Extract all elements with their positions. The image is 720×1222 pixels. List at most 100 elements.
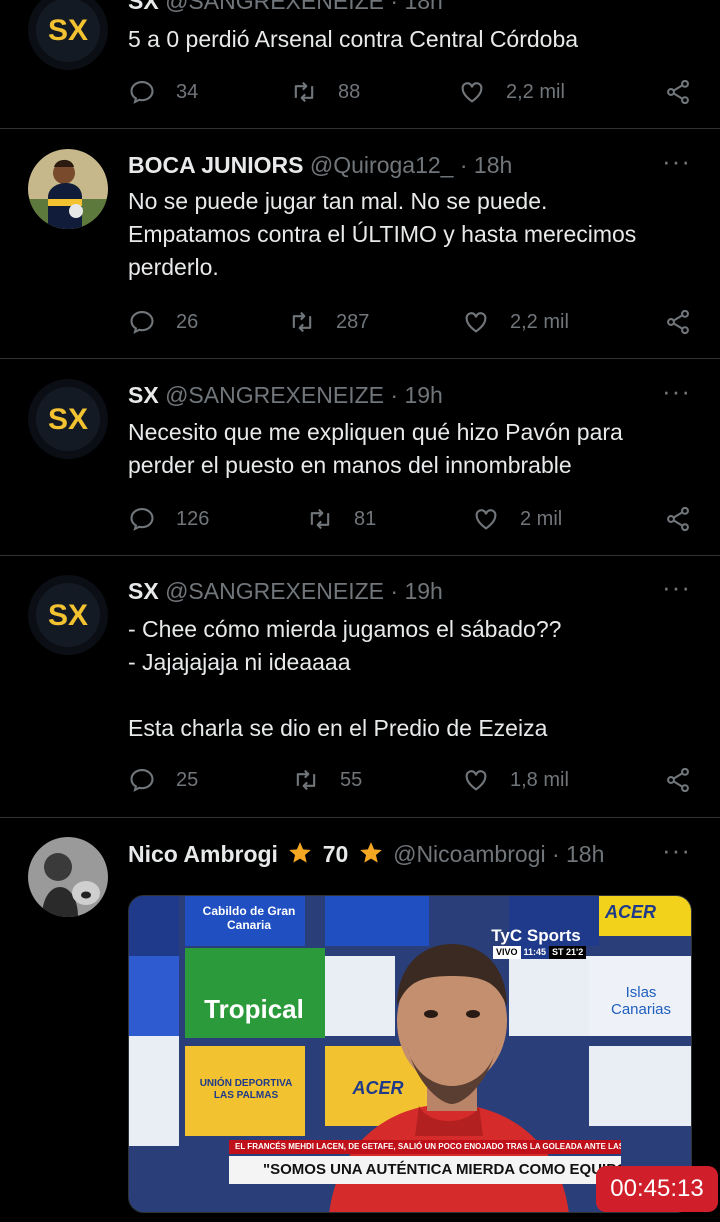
- like-icon: [475, 509, 497, 530]
- tweet-3[interactable]: SX SX @SANGREXENEIZE · 19h ··· Necesito …: [0, 359, 720, 556]
- user-handle[interactable]: @SANGREXENEIZE: [165, 578, 384, 604]
- tweet-time[interactable]: 19h: [404, 382, 442, 408]
- user-handle[interactable]: @SANGREXENEIZE: [165, 382, 384, 408]
- reply-icon: [130, 508, 154, 531]
- sx-logo-icon: SX: [28, 0, 108, 70]
- like-icon: [461, 82, 483, 103]
- more-icon: ···: [662, 835, 691, 865]
- tweet-header: Nico Ambrogi 70 @Nicoambrogi · 18h: [128, 839, 640, 869]
- retweet-count: 81: [354, 507, 377, 530]
- tweet-text: No se puede jugar tan mal. No se puede. …: [128, 188, 637, 280]
- svg-text:SX: SX: [48, 599, 88, 632]
- more-options-button[interactable]: ···: [662, 378, 690, 412]
- retweet-icon: [292, 311, 312, 333]
- reply-button[interactable]: 26: [128, 306, 198, 338]
- share-button[interactable]: [664, 503, 692, 535]
- retweet-count: 287: [336, 310, 370, 333]
- like-icon: [465, 312, 487, 333]
- reply-icon: [130, 81, 154, 104]
- separator-dot: ·: [459, 152, 468, 178]
- reply-count: 34: [176, 80, 199, 103]
- live-clock-bar: VIVO 11:45 ST 21'2: [493, 946, 587, 959]
- retweet-button[interactable]: 81: [306, 503, 376, 535]
- tweet-time[interactable]: 18h: [404, 0, 442, 14]
- more-options-button[interactable]: ···: [662, 148, 690, 182]
- tweet-actions: 26 287 2,2 mil: [128, 306, 694, 338]
- like-count: 2,2 mil: [506, 80, 565, 103]
- retweet-count: 88: [338, 80, 361, 103]
- avatar-boca[interactable]: [28, 149, 108, 229]
- reply-button[interactable]: 126: [128, 503, 209, 535]
- tweet-actions: 126 81 2 mil: [128, 503, 694, 535]
- sponsor-board-text: Tropical: [204, 994, 304, 1024]
- like-button[interactable]: 2 mil: [472, 503, 562, 535]
- tweet-time[interactable]: 18h: [474, 152, 512, 178]
- broadcaster-logo: TyC Sports: [491, 926, 581, 945]
- reply-button[interactable]: 25: [128, 764, 198, 796]
- tweet-1[interactable]: SX SX @SANGREXENEIZE · 18h 5 a 0 perdió …: [0, 0, 720, 129]
- reply-count: 25: [176, 768, 199, 791]
- more-options-button[interactable]: ···: [662, 574, 690, 608]
- like-button[interactable]: 2,2 mil: [458, 76, 565, 108]
- tweet-header: SX @SANGREXENEIZE · 19h: [128, 380, 640, 410]
- avatar-nico[interactable]: [28, 837, 108, 917]
- retweet-icon: [294, 81, 314, 103]
- display-name[interactable]: SX: [128, 578, 159, 604]
- avatar-sx[interactable]: SX: [28, 0, 108, 70]
- tweet-4[interactable]: SX SX @SANGREXENEIZE · 19h ··· - Chee có…: [0, 556, 720, 818]
- share-button[interactable]: [664, 764, 692, 796]
- tweet-time[interactable]: 19h: [404, 578, 442, 604]
- user-handle[interactable]: @SANGREXENEIZE: [165, 0, 384, 14]
- display-name[interactable]: SX: [128, 0, 159, 14]
- like-count: 1,8 mil: [510, 768, 569, 791]
- share-icon: [667, 767, 689, 793]
- retweet-button[interactable]: 88: [290, 76, 360, 108]
- reply-icon: [130, 769, 154, 792]
- like-icon: [465, 770, 487, 791]
- tweet-actions: 34 88 2,2 mil: [128, 76, 694, 108]
- separator-dot: ·: [551, 841, 560, 867]
- live-period: ST 21'2: [549, 946, 587, 959]
- user-handle[interactable]: @Quiroga12_: [310, 152, 454, 178]
- profile-photo-icon: [28, 837, 108, 917]
- tweet-text: - Chee cómo mierda jugamos el sábado?? -…: [128, 616, 562, 741]
- avatar-sx[interactable]: SX: [28, 575, 108, 655]
- reply-button[interactable]: 34: [128, 76, 198, 108]
- tweet-time[interactable]: 18h: [566, 841, 604, 867]
- tweet-header: SX @SANGREXENEIZE · 19h: [128, 576, 640, 606]
- star-icon: [289, 842, 312, 863]
- tweet-actions: 25 55 1,8 mil: [128, 764, 694, 796]
- share-icon: [667, 506, 689, 532]
- reply-icon: [130, 311, 154, 334]
- retweet-button[interactable]: 287: [288, 306, 369, 338]
- display-name[interactable]: Nico Ambrogi: [128, 841, 278, 867]
- more-options-button[interactable]: ···: [662, 837, 690, 871]
- like-button[interactable]: 2,2 mil: [462, 306, 569, 338]
- tweet-2[interactable]: BOCA JUNIORS @Quiroga12_ · 18h ··· No se…: [0, 129, 720, 359]
- retweet-icon: [310, 508, 330, 530]
- share-button[interactable]: [664, 76, 692, 108]
- more-icon: ···: [662, 146, 691, 176]
- share-button[interactable]: [664, 306, 692, 338]
- display-name-number: 70: [322, 841, 349, 867]
- retweet-icon: [296, 769, 316, 791]
- like-count: 2,2 mil: [510, 310, 569, 333]
- lower-third-small: EL FRANCÉS MEHDI LACEN, DE GETAFE, SALIÓ…: [229, 1140, 621, 1154]
- sponsor-board-text: Cabildo de Gran Canaria: [202, 904, 296, 932]
- avatar-sx[interactable]: SX: [28, 379, 108, 459]
- video-timer: 00:45:13: [596, 1166, 718, 1212]
- separator-dot: ·: [390, 0, 399, 14]
- like-button[interactable]: 1,8 mil: [462, 764, 569, 796]
- sx-logo-icon: SX: [28, 379, 108, 459]
- user-handle[interactable]: @Nicoambrogi: [393, 841, 545, 867]
- display-name[interactable]: SX: [128, 382, 159, 408]
- live-clock: 11:45: [520, 946, 550, 959]
- profile-photo-icon: [28, 149, 108, 229]
- star-icon: [359, 842, 382, 863]
- display-name[interactable]: BOCA JUNIORS: [128, 152, 304, 178]
- retweet-button[interactable]: 55: [292, 764, 362, 796]
- svg-text:SX: SX: [48, 403, 88, 436]
- tweet-text: Necesito que me expliquen qué hizo Pavón…: [128, 419, 623, 478]
- tweet-text: 5 a 0 perdió Arsenal contra Central Córd…: [128, 26, 579, 52]
- sponsor-board-text: ACER: [605, 902, 657, 922]
